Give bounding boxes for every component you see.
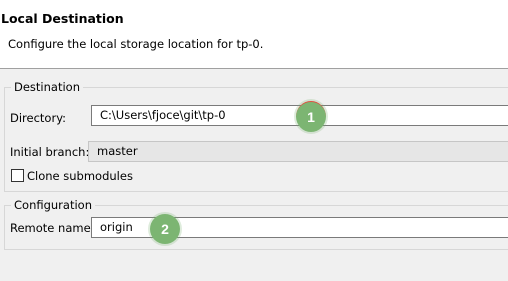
directory-label: Directory: <box>10 111 67 125</box>
wizard-header: Local Destination Configure the local st… <box>0 0 508 69</box>
page-title: Local Destination <box>1 11 124 26</box>
callout-badge-1: 1 <box>296 101 326 132</box>
clone-submodules-label[interactable]: Clone submodules <box>27 169 133 183</box>
callout-badge-2: 2 <box>150 214 180 244</box>
initial-branch-field[interactable]: master <box>88 141 508 162</box>
remote-name-label: Remote name: <box>10 221 95 235</box>
configuration-legend: Configuration <box>11 198 95 212</box>
clone-submodules-checkbox[interactable] <box>11 169 24 182</box>
page-description: Configure the local storage location for… <box>8 37 264 51</box>
destination-legend: Destination <box>11 80 83 94</box>
initial-branch-label: Initial branch: <box>10 145 90 159</box>
